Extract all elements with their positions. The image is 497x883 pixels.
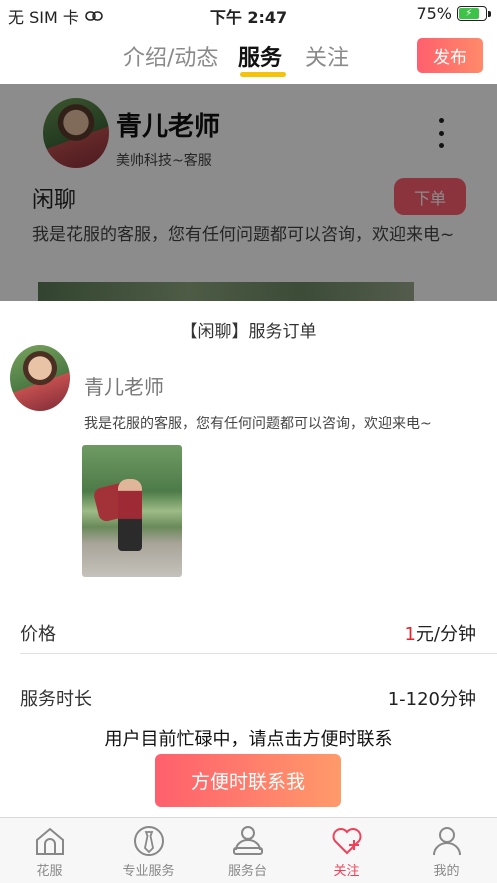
duration-value: 1-120分钟 xyxy=(387,689,476,710)
heart-plus-icon xyxy=(332,828,361,855)
bottom-tab-label: 关注 xyxy=(333,864,360,879)
bottom-tab-follow[interactable]: 关注 xyxy=(297,818,396,883)
active-tab-indicator xyxy=(240,72,286,77)
bottom-tab-service-desk[interactable]: 服务台 xyxy=(198,818,297,883)
bottom-tab-mine[interactable]: 我的 xyxy=(396,818,497,883)
bottom-tab-label: 我的 xyxy=(433,864,460,879)
contact-later-button[interactable]: 方便时联系我 xyxy=(155,754,341,807)
bottom-tab-pro-service[interactable]: 专业服务 xyxy=(99,818,198,883)
service-description: 我是花服的客服，您有任何问题都可以咨询，欢迎来电~ xyxy=(84,416,432,432)
provider-name: 青儿老师 xyxy=(84,375,164,399)
home-icon xyxy=(35,827,64,855)
tab-follow[interactable]: 关注 xyxy=(305,40,349,72)
duration-label: 服务时长 xyxy=(20,689,92,710)
bottom-tab-home[interactable]: 花服 xyxy=(0,818,99,883)
divider xyxy=(20,653,497,654)
person-icon xyxy=(432,827,461,856)
tab-service[interactable]: 服务 xyxy=(238,40,282,72)
price-value: 1元/分钟 xyxy=(404,620,476,646)
bottom-tab-label: 花服 xyxy=(36,864,63,879)
status-bar: 无 SIM 卡 下午 2:47 75% ⚡ xyxy=(0,0,497,28)
sheet-title: 【闲聊】服务订单 xyxy=(180,322,317,342)
publish-button[interactable]: 发布 xyxy=(417,38,483,73)
service-photo[interactable] xyxy=(82,445,182,577)
battery-group: 75% ⚡ xyxy=(416,4,491,23)
modal-backdrop[interactable] xyxy=(0,84,497,301)
tab-intro[interactable]: 介绍/动态 xyxy=(123,40,218,72)
service-desk-icon xyxy=(232,826,263,855)
bottom-tab-bar: 花服 专业服务 服务台 关注 我的 xyxy=(0,817,497,883)
battery-percent: 75% xyxy=(416,4,452,23)
avatar xyxy=(10,345,70,411)
order-sheet: 【闲聊】服务订单 青儿老师 我是花服的客服，您有任何问题都可以咨询，欢迎来电~ … xyxy=(0,301,497,817)
top-nav: 介绍/动态 服务 关注 发布 xyxy=(0,28,497,84)
tie-icon xyxy=(133,826,164,856)
busy-notice: 用户目前忙碌中，请点击方便时联系 xyxy=(104,729,393,750)
price-label: 价格 xyxy=(20,624,56,645)
price-unit: 元/分钟 xyxy=(415,624,476,645)
bottom-tab-label: 服务台 xyxy=(227,864,267,879)
duration-row: 服务时长 1-120分钟 xyxy=(0,667,497,727)
battery-icon: ⚡ xyxy=(457,6,491,21)
price-amount: 1 xyxy=(404,624,416,645)
bottom-tab-label: 专业服务 xyxy=(122,864,175,879)
